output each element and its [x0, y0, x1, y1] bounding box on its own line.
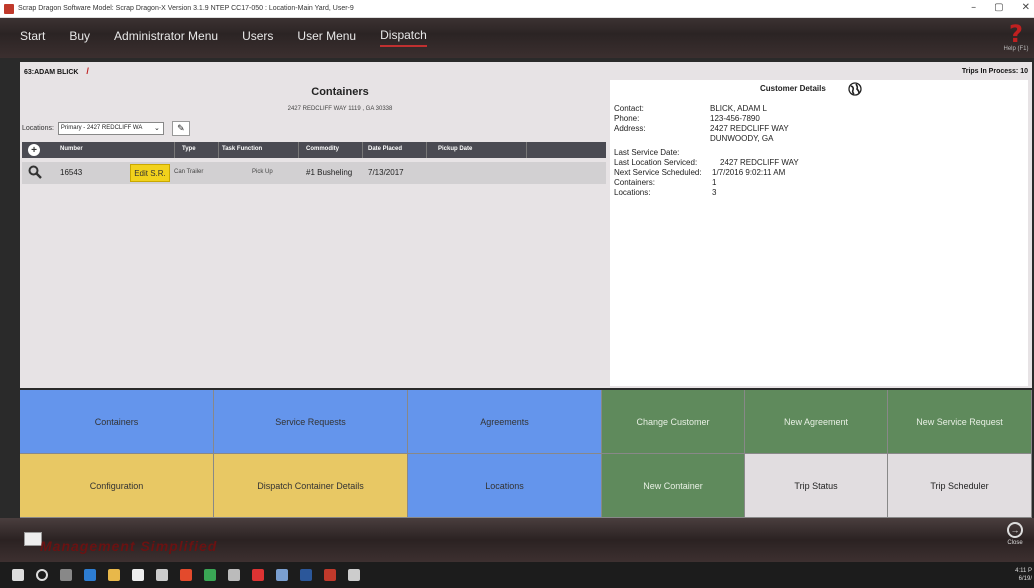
brand-slogan: Management Simplified — [40, 538, 218, 554]
file-explorer-icon[interactable] — [108, 569, 120, 581]
col-pickup-date[interactable]: Pickup Date — [438, 146, 472, 152]
contact-label: Contact: — [614, 104, 644, 113]
trips-in-process: Trips In Process: 10 — [961, 68, 1028, 75]
last-service-date-label: Last Service Date: — [614, 148, 680, 157]
search-taskbar-icon[interactable] — [36, 569, 48, 581]
search-icon[interactable] — [28, 165, 42, 179]
cell-type: Can Trailer — [174, 169, 204, 175]
action-button-grid: Containers Service Requests Agreements C… — [20, 390, 1032, 518]
windows-start-icon[interactable] — [12, 569, 24, 581]
os-taskbar: 4:11 P 6/19/ — [0, 562, 1034, 588]
address-value: 2427 REDCLIFF WAY — [710, 124, 789, 133]
service-requests-button[interactable]: Service Requests — [214, 390, 408, 454]
system-clock: 4:11 P 6/19/ — [1015, 568, 1032, 582]
window-titlebar: Scrap Dragon Software Model: Scrap Drago… — [0, 0, 1034, 18]
edit-sr-button[interactable]: Edit S.R. — [130, 164, 170, 182]
close-button[interactable]: → Close — [1002, 522, 1028, 546]
nav-buy[interactable]: Buy — [69, 26, 90, 46]
col-type[interactable]: Type — [182, 146, 196, 152]
nav-administrator-menu[interactable]: Administrator Menu — [114, 26, 218, 46]
containers-grid-header: + Number Type Task Function Commodity Da… — [22, 142, 606, 158]
new-agreement-button[interactable]: New Agreement — [745, 390, 888, 454]
add-container-icon[interactable]: + — [28, 144, 40, 156]
containers-address: 2427 REDCLIFF WAY 1119 , GA 30338 — [287, 106, 393, 112]
containers-count-value: 1 — [712, 178, 717, 187]
edge-icon[interactable] — [84, 569, 96, 581]
globe-icon[interactable] — [848, 82, 862, 96]
locations-button[interactable]: Locations — [408, 454, 602, 518]
next-service-scheduled-value: 1/7/2016 9:02:11 AM — [712, 168, 786, 177]
window-title: Scrap Dragon Software Model: Scrap Drago… — [18, 5, 354, 12]
app-green-icon[interactable] — [204, 569, 216, 581]
main-panel: 63:ADAM BLICK / Trips In Process: 10 Con… — [20, 62, 1032, 388]
top-navigation: Start Buy Administrator Menu Users User … — [0, 18, 1034, 58]
trip-scheduler-button[interactable]: Trip Scheduler — [888, 454, 1032, 518]
col-task-function[interactable]: Task Function — [222, 146, 262, 152]
locations-select[interactable]: Primary - 2427 REDCLIFF WA ⌄ — [57, 121, 164, 135]
edit-customer-pencil-icon[interactable]: / — [86, 66, 89, 76]
trip-status-button[interactable]: Trip Status — [745, 454, 888, 518]
new-container-button[interactable]: New Container — [602, 454, 745, 518]
edit-location-button[interactable]: ✎ — [171, 120, 190, 136]
pencil-icon: ✎ — [177, 122, 185, 133]
photos-icon[interactable] — [348, 569, 360, 581]
nav-start[interactable]: Start — [20, 26, 45, 46]
nav-dispatch[interactable]: Dispatch — [380, 25, 427, 47]
help-icon: ? — [1009, 20, 1023, 48]
locations-row: Locations: Primary - 2427 REDCLIFF WA ⌄ … — [22, 120, 190, 136]
bottom-banner: Management Simplified → Close — [0, 518, 1034, 562]
app-blue-icon[interactable] — [276, 569, 288, 581]
address-city-value: DUNWOODY, GA — [710, 134, 774, 143]
agreements-button[interactable]: Agreements — [408, 390, 602, 454]
containers-count-label: Containers: — [614, 178, 655, 187]
maximize-icon[interactable]: ▢ — [994, 2, 1003, 13]
last-location-serviced-label: Last Location Serviced: — [614, 158, 698, 167]
address-label: Address: — [614, 124, 646, 133]
next-service-scheduled-label: Next Service Scheduled: — [614, 168, 702, 177]
close-window-icon[interactable]: ✕ — [1022, 2, 1030, 13]
app-logo-icon — [4, 3, 14, 14]
col-commodity[interactable]: Commodity — [306, 146, 339, 152]
scrap-dragon-icon[interactable] — [324, 569, 336, 581]
configuration-button[interactable]: Configuration — [20, 454, 214, 518]
store-icon[interactable] — [132, 569, 144, 581]
cell-commodity: #1 Busheling — [306, 168, 353, 177]
cell-date-placed: 7/13/2017 — [368, 168, 404, 177]
cell-task-function: Pick Up — [252, 169, 273, 175]
locations-count-value: 3 — [712, 188, 717, 197]
close-label: Close — [1007, 540, 1023, 546]
window-controls: – ▢ ✕ — [971, 2, 1030, 13]
col-number[interactable]: Number — [60, 146, 83, 152]
col-date-placed[interactable]: Date Placed — [368, 146, 402, 152]
minimize-icon[interactable]: – — [971, 2, 976, 13]
contact-value: BLICK, ADAM L — [710, 104, 767, 113]
change-customer-button[interactable]: Change Customer — [602, 390, 745, 454]
app-red-icon[interactable] — [252, 569, 264, 581]
nav-user-menu[interactable]: User Menu — [297, 26, 356, 46]
cell-number: 16543 — [60, 168, 83, 177]
table-row[interactable]: 16543 Edit S.R. Can Trailer Pick Up #1 B… — [22, 162, 606, 184]
customer-name: 63:ADAM BLICK / — [24, 66, 89, 76]
phone-label: Phone: — [614, 114, 640, 123]
last-location-serviced-value: 2427 REDCLIFF WAY — [720, 158, 799, 167]
chevron-down-icon: ⌄ — [154, 124, 160, 132]
chrome-icon[interactable] — [180, 569, 192, 581]
new-service-request-button[interactable]: New Service Request — [888, 390, 1032, 454]
task-view-icon[interactable] — [60, 569, 72, 581]
mail-icon[interactable] — [156, 569, 168, 581]
customer-details-title: Customer Details — [760, 84, 826, 93]
help-button[interactable]: ? Help (F1) — [1000, 22, 1032, 52]
help-label: Help (F1) — [1003, 46, 1029, 52]
containers-button[interactable]: Containers — [20, 390, 214, 454]
locations-count-label: Locations: — [614, 188, 651, 197]
customer-details-panel: Customer Details Contact: BLICK, ADAM L … — [610, 80, 1028, 386]
containers-title: Containers — [311, 86, 369, 98]
dispatch-container-details-button[interactable]: Dispatch Container Details — [214, 454, 408, 518]
word-icon[interactable] — [300, 569, 312, 581]
phone-value: 123-456-7890 — [710, 114, 760, 123]
settings-icon[interactable] — [228, 569, 240, 581]
locations-label: Locations: — [22, 124, 54, 132]
exit-icon: → — [1007, 522, 1023, 538]
nav-users[interactable]: Users — [242, 26, 273, 46]
